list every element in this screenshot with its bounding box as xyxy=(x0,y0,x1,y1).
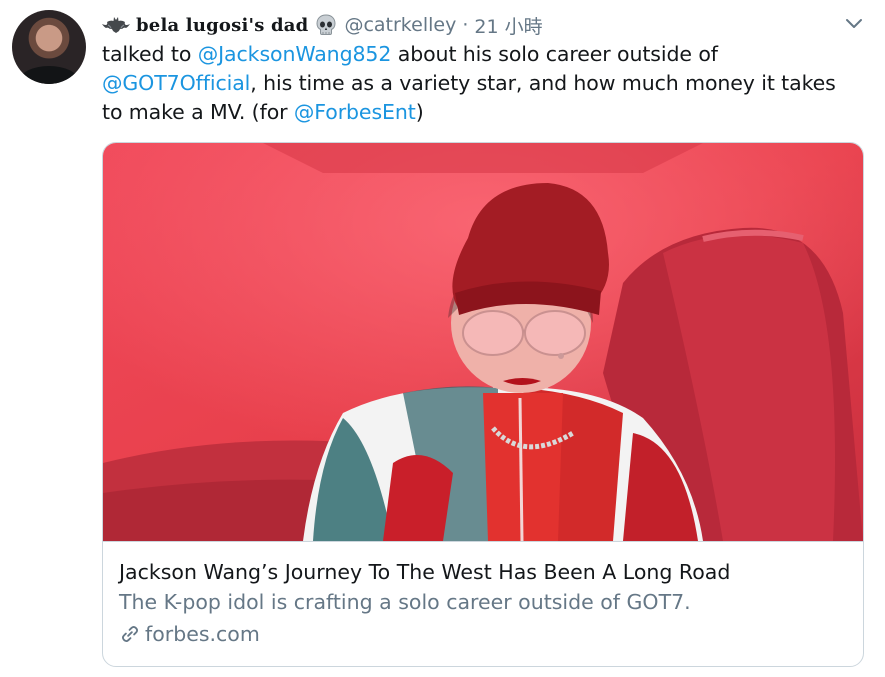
card-image[interactable] xyxy=(103,143,863,542)
tweet-text-segment: talked to xyxy=(102,42,198,66)
display-name[interactable]: bela lugosi's dad xyxy=(136,15,308,36)
card-title[interactable]: Jackson Wang’s Journey To The West Has B… xyxy=(119,557,847,587)
tweet-text: talked to @JacksonWang852 about his solo… xyxy=(102,40,862,127)
avatar-shoulders xyxy=(20,66,78,84)
separator-dot: · xyxy=(462,14,469,36)
link-icon xyxy=(121,625,139,643)
chevron-down-icon[interactable] xyxy=(843,16,865,32)
avatar[interactable] xyxy=(12,10,86,84)
tweet-header: bela lugosi's dad @catrkelley · 21 小時 xyxy=(102,12,543,38)
tweet-text-segment: ) xyxy=(415,100,424,124)
user-handle[interactable]: @catrkelley xyxy=(344,14,456,36)
mention-link[interactable]: @ForbesEnt xyxy=(294,100,416,124)
card-domain: forbes.com xyxy=(119,617,847,651)
bat-icon xyxy=(102,17,130,33)
card-domain-text: forbes.com xyxy=(145,622,260,646)
tweet-text-segment: about his solo career outside of xyxy=(391,42,718,66)
card-body: Jackson Wang’s Journey To The West Has B… xyxy=(119,557,847,651)
mention-link[interactable]: @JacksonWang852 xyxy=(198,42,392,66)
skull-icon xyxy=(316,14,336,35)
card-description: The K-pop idol is crafting a solo career… xyxy=(119,590,691,614)
tweet-timestamp[interactable]: 21 小時 xyxy=(474,12,542,39)
link-preview-card[interactable]: Jackson Wang’s Journey To The West Has B… xyxy=(102,142,864,667)
mention-link[interactable]: @GOT7Official xyxy=(102,71,250,95)
